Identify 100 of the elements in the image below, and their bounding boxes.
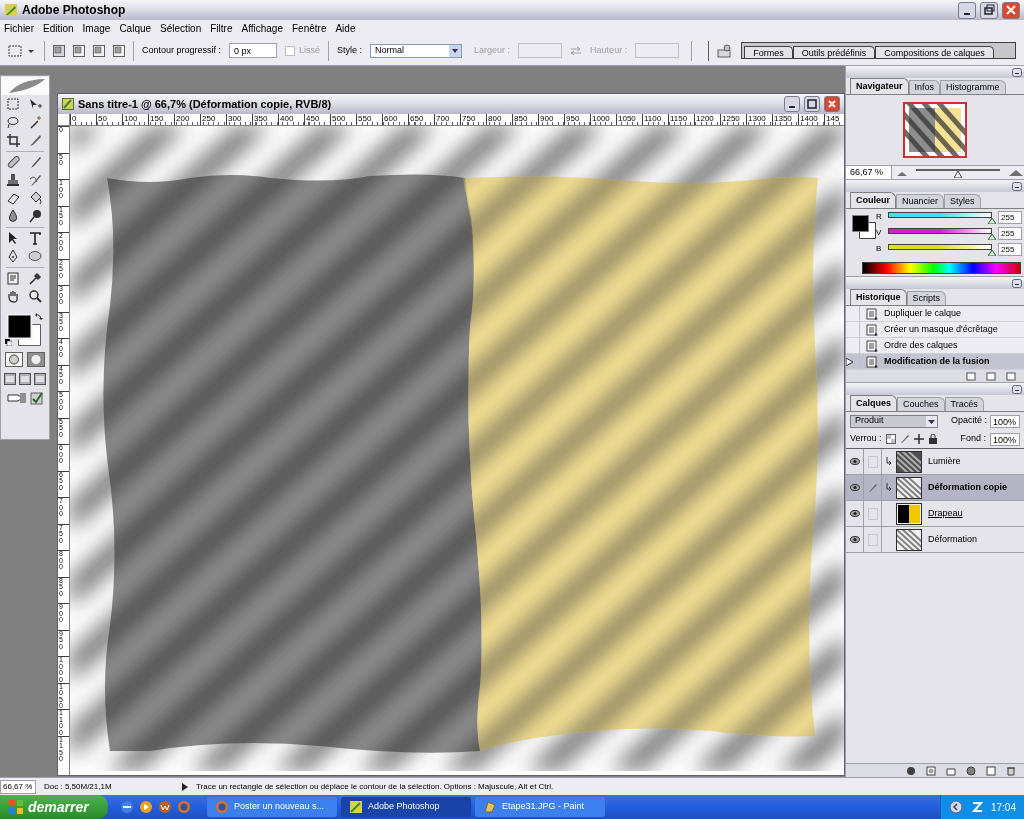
type-icon[interactable] <box>28 231 44 246</box>
style-dropdown[interactable]: Normal <box>370 43 463 58</box>
panel-tab[interactable]: Histogramme <box>940 80 1006 94</box>
panel-tab[interactable]: Couleur <box>850 192 896 208</box>
layer-row[interactable]: Déformation copie <box>846 475 1024 501</box>
history-item[interactable]: Créer un masque d'écrêtage <box>846 322 1024 338</box>
width-field[interactable] <box>518 43 563 58</box>
zoom-in-icon[interactable] <box>1008 168 1024 177</box>
trash-icon[interactable] <box>1006 765 1016 776</box>
channel-value-field[interactable]: 255 <box>998 226 1022 240</box>
taskbar-button[interactable]: Poster un nouveau s... <box>207 797 337 817</box>
palette-well-tab[interactable]: Compositions de calques <box>875 46 994 58</box>
slider-thumb[interactable] <box>988 233 996 240</box>
panel-tab[interactable]: Scripts <box>906 291 947 305</box>
jump-to-app-icon[interactable] <box>6 391 27 405</box>
crop-icon[interactable] <box>6 133 22 148</box>
swap-colors-icon[interactable] <box>35 312 43 320</box>
history-item[interactable]: Ordre des calques <box>846 338 1024 354</box>
brush-icon[interactable] <box>28 155 44 170</box>
blend-mode-dropdown[interactable]: Produit <box>850 414 938 428</box>
lock-move-icon[interactable] <box>913 434 924 444</box>
zoom-field[interactable]: 66,67 % <box>846 166 892 179</box>
slider-thumb[interactable] <box>988 249 996 256</box>
dodge-icon[interactable] <box>28 209 44 224</box>
layer-row[interactable]: Lumière <box>846 449 1024 475</box>
zoom-field[interactable]: 66,67 % <box>0 779 36 794</box>
opacity-field[interactable]: 100% <box>990 414 1020 428</box>
history-item[interactable]: Modification de la fusion <box>846 354 1024 370</box>
new-document-icon[interactable] <box>966 371 976 381</box>
default-colors-icon[interactable] <box>5 339 12 346</box>
eye-icon[interactable] <box>849 484 860 491</box>
media-player-icon[interactable] <box>139 800 153 814</box>
eye-icon[interactable] <box>849 510 860 517</box>
menu-item[interactable]: Affichage <box>241 20 283 36</box>
screen-mode-full-icon[interactable] <box>34 373 46 385</box>
taskbar-button[interactable]: Adobe Photoshop <box>341 797 471 817</box>
status-menu-icon[interactable] <box>182 782 188 791</box>
menu-item[interactable]: Aide <box>335 20 356 36</box>
color-ramp[interactable] <box>862 262 1021 274</box>
channel-value-field[interactable]: 255 <box>998 242 1022 256</box>
zoom-icon[interactable] <box>28 289 44 304</box>
panel-tab[interactable]: Styles <box>944 194 981 208</box>
palette-well-tab[interactable]: Outils prédéfinis <box>792 46 876 58</box>
fill-field[interactable]: 100% <box>990 432 1020 446</box>
feather-field[interactable]: 0 px <box>229 43 278 58</box>
standard-mode-icon[interactable] <box>5 352 23 367</box>
subtract-from-selection-icon[interactable] <box>93 44 105 57</box>
lock-transparency-icon[interactable] <box>885 434 896 444</box>
panel-tab[interactable]: Navigateur <box>850 78 909 94</box>
slider-thumb[interactable] <box>988 217 996 224</box>
layer-row[interactable]: Drapeau <box>846 501 1024 527</box>
panel-tab[interactable]: Infos <box>908 80 941 94</box>
minimize-icon[interactable] <box>1012 181 1022 191</box>
eraser-icon[interactable] <box>6 191 22 206</box>
paint-bucket-icon[interactable] <box>28 191 44 206</box>
eyedropper-icon[interactable] <box>28 271 44 286</box>
ellipse-shape-icon[interactable] <box>28 249 44 264</box>
height-field[interactable] <box>635 43 680 58</box>
channel-value-field[interactable]: 255 <box>998 210 1022 224</box>
layer-mask-icon[interactable] <box>926 765 936 776</box>
menu-item[interactable]: Fenêtre <box>292 20 327 36</box>
marquee-tool-preset-icon[interactable] <box>8 43 36 58</box>
layer-row[interactable]: Déformation <box>846 527 1024 553</box>
background-color-swatch[interactable] <box>859 222 876 239</box>
browser-icon[interactable] <box>120 800 134 814</box>
history-brush-icon[interactable] <box>28 173 44 188</box>
panel-tab[interactable]: Tracés <box>944 397 984 411</box>
tool-presets-icon[interactable] <box>717 42 734 59</box>
new-layer-icon[interactable] <box>986 765 996 776</box>
eye-icon[interactable] <box>849 458 860 465</box>
antialias-checkbox[interactable] <box>285 45 296 56</box>
new-selection-icon[interactable] <box>53 44 65 57</box>
navigator-thumbnail[interactable] <box>903 102 967 158</box>
minimize-icon[interactable] <box>1012 278 1022 288</box>
intersect-selection-icon[interactable] <box>113 44 125 57</box>
channel-slider-track[interactable] <box>888 211 992 218</box>
add-to-selection-icon[interactable] <box>73 44 85 57</box>
slice-icon[interactable] <box>28 133 44 148</box>
screen-mode-standard-icon[interactable] <box>4 373 16 385</box>
panel-tab[interactable]: Couches <box>897 397 945 411</box>
panel-tab[interactable]: Nuancier <box>896 194 945 208</box>
menu-item[interactable]: Edition <box>43 20 74 36</box>
palette-well-tab[interactable]: Formes <box>744 46 793 58</box>
menu-item[interactable]: Sélection <box>160 20 202 36</box>
channel-slider-track[interactable] <box>888 243 992 250</box>
checkmark-icon[interactable] <box>29 391 44 405</box>
eye-icon[interactable] <box>849 536 860 543</box>
foreground-color-swatch[interactable] <box>852 215 869 232</box>
panel-tab[interactable]: Historique <box>850 289 907 305</box>
notes-icon[interactable] <box>6 271 22 286</box>
minimize-icon[interactable] <box>1012 384 1022 394</box>
panel-tab[interactable]: Calques <box>850 395 897 411</box>
quick-mask-icon[interactable] <box>27 352 45 367</box>
menu-item[interactable]: Fichier <box>4 20 34 36</box>
link-layers-icon[interactable] <box>906 765 916 776</box>
screen-mode-menu-icon[interactable] <box>19 373 31 385</box>
menu-item[interactable]: Image <box>82 20 111 36</box>
taskbar-button[interactable]: Etape31.JPG - Paint <box>475 797 605 817</box>
tray-app-icon[interactable] <box>970 801 983 813</box>
history-item[interactable]: Dupliquer le calque <box>846 306 1024 322</box>
